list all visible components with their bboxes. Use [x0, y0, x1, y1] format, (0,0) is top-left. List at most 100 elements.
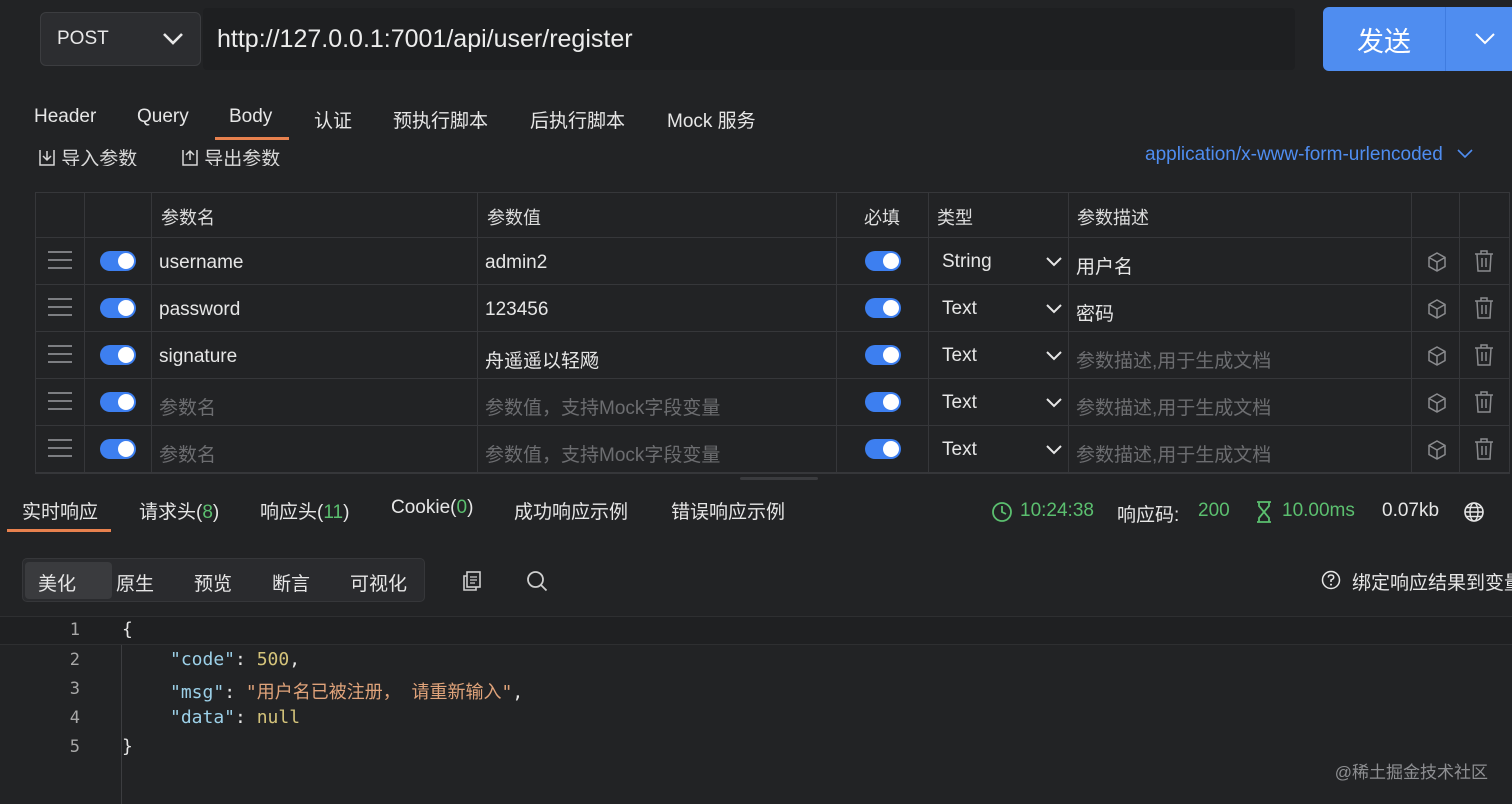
drag-handle-icon[interactable]	[48, 298, 72, 318]
enable-toggle[interactable]	[100, 392, 136, 412]
tab-header[interactable]: Header	[34, 106, 96, 128]
required-toggle[interactable]	[865, 392, 901, 412]
content-type-select[interactable]: application/x-www-form-urlencoded	[1145, 144, 1474, 166]
clock-icon	[992, 502, 1012, 522]
required-toggle[interactable]	[865, 439, 901, 459]
type-label: Text	[942, 392, 977, 413]
tab-query[interactable]: Query	[137, 106, 189, 128]
drag-handle-icon[interactable]	[48, 392, 72, 412]
method-select[interactable]: POST	[40, 12, 201, 66]
import-params-button[interactable]: 导入参数	[38, 144, 137, 166]
tab-post-script[interactable]: 后执行脚本	[530, 106, 625, 133]
table-header: 参数名 参数值 必填 类型 参数描述	[36, 193, 1509, 238]
trash-icon[interactable]	[1473, 437, 1495, 461]
chevron-down-icon	[1046, 257, 1062, 267]
required-toggle[interactable]	[865, 251, 901, 271]
param-value[interactable]: 123456	[485, 299, 548, 321]
tab-request-headers-label: 请求头(	[139, 502, 203, 523]
chevron-down-icon	[1046, 445, 1062, 455]
trash-icon[interactable]	[1473, 296, 1495, 320]
cube-icon[interactable]	[1426, 392, 1448, 414]
param-value[interactable]: 舟遥遥以轻飏	[485, 346, 599, 373]
cube-icon[interactable]	[1426, 298, 1448, 320]
type-select[interactable]: Text	[942, 344, 1062, 368]
tab-realtime-response[interactable]: 实时响应	[22, 497, 98, 524]
type-select[interactable]: Text	[942, 391, 1062, 415]
drag-handle-icon[interactable]	[48, 251, 72, 271]
bind-response-to-variable[interactable]: 绑定响应结果到变量	[1352, 568, 1512, 594]
url-input[interactable]: http://127.0.0.1:7001/api/user/register	[203, 8, 1295, 70]
cookie-count: 0	[456, 497, 468, 518]
tab-error-example[interactable]: 错误响应示例	[671, 497, 785, 524]
table-row: 参数名 参数值，支持Mock字段变量 Text 参数描述,用于生成文档	[36, 379, 1509, 426]
request-headers-count: 8	[202, 502, 213, 523]
search-icon[interactable]	[526, 570, 548, 592]
type-select[interactable]: Text	[942, 297, 1062, 321]
required-toggle[interactable]	[865, 345, 901, 365]
trash-icon[interactable]	[1473, 343, 1495, 367]
tab-pre-script[interactable]: 预执行脚本	[393, 106, 488, 133]
json-number: 500	[256, 649, 290, 670]
required-toggle[interactable]	[865, 298, 901, 318]
param-name-placeholder[interactable]: 参数名	[159, 440, 216, 467]
view-mode-assert[interactable]: 断言	[272, 569, 310, 596]
globe-icon[interactable]	[1463, 501, 1485, 523]
trash-icon[interactable]	[1473, 249, 1495, 273]
copy-icon[interactable]	[461, 570, 483, 592]
method-label: POST	[57, 28, 109, 49]
view-mode-visualize[interactable]: 可视化	[350, 569, 407, 596]
enable-toggle[interactable]	[100, 345, 136, 365]
view-mode-switch: 美化 原生 预览 断言 可视化	[22, 558, 425, 602]
param-value-placeholder[interactable]: 参数值，支持Mock字段变量	[485, 440, 720, 467]
tab-response-headers[interactable]: 响应头(11)	[260, 497, 349, 524]
indent-guide	[121, 645, 122, 804]
view-mode-preview[interactable]: 预览	[194, 569, 232, 596]
type-label: Text	[942, 298, 977, 319]
param-description-placeholder[interactable]: 参数描述,用于生成文档	[1076, 346, 1271, 373]
export-params-button[interactable]: 导出参数	[181, 144, 280, 166]
header-description: 参数描述	[1077, 208, 1149, 228]
view-mode-pretty[interactable]: 美化	[38, 569, 76, 596]
request-tabs: Header Query Body 认证 预执行脚本 后执行脚本 Mock 服务	[0, 96, 1512, 142]
drag-handle-icon[interactable]	[48, 345, 72, 365]
cube-icon[interactable]	[1426, 439, 1448, 461]
tab-mock-service[interactable]: Mock 服务	[667, 106, 756, 133]
param-value[interactable]: admin2	[485, 252, 547, 274]
enable-toggle[interactable]	[100, 251, 136, 271]
param-description[interactable]: 密码	[1076, 299, 1114, 326]
type-select[interactable]: Text	[942, 438, 1062, 462]
tab-auth[interactable]: 认证	[314, 106, 352, 133]
tab-success-example[interactable]: 成功响应示例	[514, 497, 628, 524]
param-value-placeholder[interactable]: 参数值，支持Mock字段变量	[485, 393, 720, 420]
param-name-placeholder[interactable]: 参数名	[159, 393, 216, 420]
send-button[interactable]: 发送	[1323, 7, 1512, 71]
param-description-placeholder[interactable]: 参数描述,用于生成文档	[1076, 440, 1271, 467]
tab-request-headers[interactable]: 请求头(8)	[139, 497, 219, 524]
cube-icon[interactable]	[1426, 345, 1448, 367]
resize-handle[interactable]	[740, 477, 818, 480]
json-string: "用户名已被注册， 请重新输入"	[245, 682, 513, 703]
enable-toggle[interactable]	[100, 439, 136, 459]
header-name: 参数名	[161, 208, 215, 228]
param-name[interactable]: password	[159, 299, 240, 321]
param-name[interactable]: signature	[159, 346, 237, 368]
drag-handle-icon[interactable]	[48, 439, 72, 459]
export-icon	[182, 149, 198, 166]
cube-icon[interactable]	[1426, 251, 1448, 273]
param-description-placeholder[interactable]: 参数描述,用于生成文档	[1076, 393, 1271, 420]
type-select[interactable]: String	[942, 250, 1062, 274]
tab-response-headers-label: 响应头(	[260, 502, 324, 523]
tab-body[interactable]: Body	[229, 106, 272, 128]
param-description[interactable]: 用户名	[1076, 252, 1133, 279]
table-row: 参数名 参数值，支持Mock字段变量 Text 参数描述,用于生成文档	[36, 426, 1509, 473]
chevron-down-icon	[1457, 149, 1473, 159]
line-number: 5	[69, 737, 80, 757]
enable-toggle[interactable]	[100, 298, 136, 318]
help-icon	[1321, 570, 1341, 590]
trash-icon[interactable]	[1473, 390, 1495, 414]
param-name[interactable]: username	[159, 252, 244, 274]
chevron-down-icon	[163, 33, 183, 45]
tab-cookie[interactable]: Cookie(0)	[391, 497, 473, 519]
send-dropdown[interactable]	[1446, 32, 1512, 46]
view-mode-raw[interactable]: 原生	[116, 569, 154, 596]
